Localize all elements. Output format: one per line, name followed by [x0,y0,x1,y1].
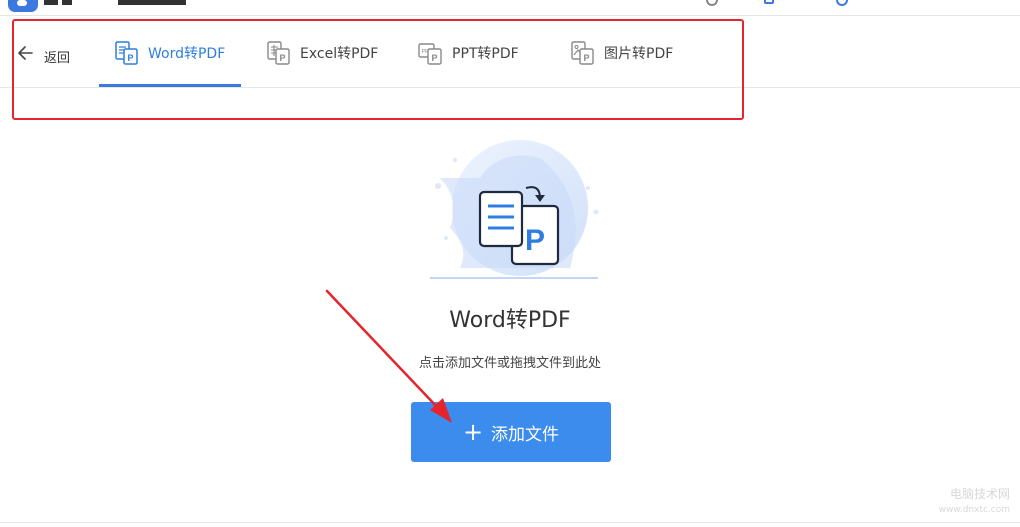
conversion-tab-bar: 返回 P Word转PDF P Excel转PDF PPT P PPT转PDF [0,17,1020,88]
tab-word-to-pdf[interactable]: P Word转PDF [114,17,225,88]
word-to-pdf-illustration-icon: P [430,140,599,279]
account-icon[interactable] [764,0,774,4]
drop-hint: 点击添加文件或拖拽文件到此处 [418,356,601,371]
plus-icon: + [462,418,484,446]
add-file-button[interactable]: + 添加文件 [411,402,611,462]
menu-icon[interactable] [706,0,718,6]
arrow-left-icon [18,46,33,60]
active-tab-indicator [99,84,241,87]
page-title: Word转PDF [449,308,571,333]
excel-file-icon: P [267,40,290,65]
word-file-icon: P [115,40,138,65]
tab-label: Excel转PDF [300,45,379,62]
title-glyph [118,0,186,5]
watermark: 电脑技术网 www.dnxtc.com [930,486,1010,518]
tab-label: Word转PDF [148,45,226,62]
tab-excel-to-pdf[interactable]: P Excel转PDF [266,17,378,88]
svg-text:P: P [127,53,133,63]
image-file-icon: P [571,40,594,65]
title-glyph [62,0,72,5]
help-icon[interactable] [836,0,848,6]
svg-text:P: P [525,224,545,257]
title-glyph [44,0,58,5]
title-bar [0,0,1020,16]
tab-ppt-to-pdf[interactable]: PPT P PPT转PDF [418,17,519,88]
svg-text:P: P [583,53,589,63]
divider [0,522,1020,523]
app-logo [8,0,38,12]
ppt-file-icon: PPT P [418,42,442,65]
tab-image-to-pdf[interactable]: P 图片转PDF [570,17,673,88]
svg-text:P: P [431,53,437,63]
add-file-label: 添加文件 [491,424,560,445]
tab-label: PPT转PDF [452,45,519,62]
back-button[interactable]: 返回 [16,41,71,66]
svg-text:P: P [279,53,285,63]
watermark-line2: www.dnxtc.com [938,505,1010,515]
back-label: 返回 [44,50,71,66]
watermark-line1: 电脑技术网 [949,487,1010,501]
tab-label: 图片转PDF [604,45,674,62]
